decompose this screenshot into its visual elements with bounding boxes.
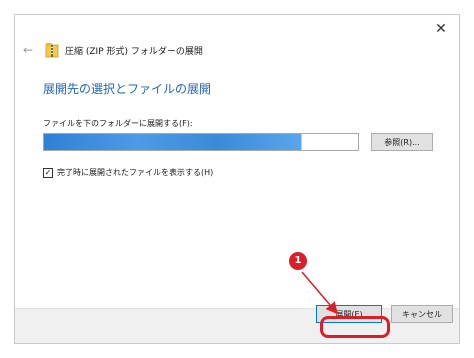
annotation-arrow: [301, 271, 338, 315]
step-badge: 1: [289, 252, 307, 270]
